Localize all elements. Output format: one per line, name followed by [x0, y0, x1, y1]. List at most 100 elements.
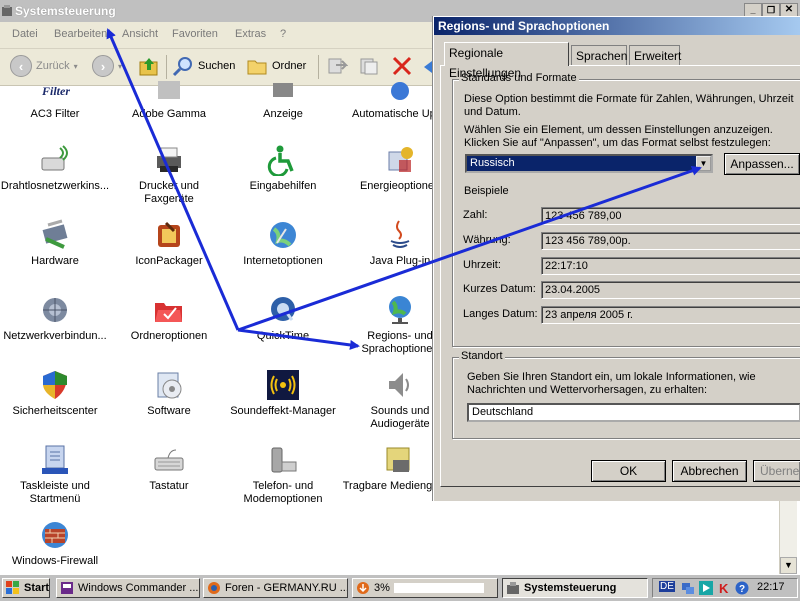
- time-label: Uhrzeit:: [463, 259, 501, 271]
- long-date-example: 23 апреля 2005 г.: [541, 306, 800, 324]
- folder-options-icon: [155, 303, 182, 322]
- item-security-center[interactable]: Sicherheitscenter: [0, 369, 110, 418]
- item-label: Telefon- und Modemoptionen: [243, 480, 323, 505]
- item-software[interactable]: Software: [114, 369, 224, 418]
- task-progress[interactable]: 3%: [352, 578, 498, 598]
- location-group: Standort: [452, 350, 800, 439]
- task-label: 3%: [374, 582, 390, 594]
- security-center-icon: [43, 371, 67, 399]
- dialog-title-bar[interactable]: Regions- und Sprachoptionen: [434, 17, 800, 35]
- scroll-down-button[interactable]: ▼: [780, 557, 797, 574]
- system-tray: DE K ? 22:17: [652, 578, 798, 598]
- item-label: Soundeffekt-Manager: [230, 405, 336, 417]
- long-date-label: Langes Datum:: [463, 308, 538, 320]
- media-tray-icon[interactable]: [699, 581, 713, 595]
- item-label: Windows-Firewall: [11, 555, 99, 567]
- control-panel-icon: [507, 582, 519, 594]
- location-select[interactable]: Deutschland: [467, 403, 800, 422]
- menu-bearbeiten[interactable]: Bearbeiten: [54, 28, 107, 40]
- item-label: QuickTime: [256, 330, 310, 342]
- item-iconpackager[interactable]: IconPackager: [114, 219, 224, 268]
- task-windows-commander[interactable]: Windows Commander ...: [56, 578, 200, 598]
- item-label: Taskleiste und Startmenü: [20, 480, 90, 505]
- customize-button[interactable]: Anpassen...: [724, 153, 800, 175]
- task-label: Systemsteuerung: [524, 582, 617, 594]
- download-icon: [357, 582, 369, 594]
- locale-select[interactable]: Russisch ▼: [465, 154, 713, 173]
- currency-example: 123 456 789,00р.: [541, 232, 800, 250]
- item-label: Drahtlosnetzwerkins...: [0, 180, 110, 192]
- item-label: Internetoptionen: [243, 255, 323, 267]
- item-adobe-gamma[interactable]: Adobe Gamma: [114, 72, 224, 121]
- menu-extras[interactable]: Extras: [235, 28, 266, 40]
- quicktime-icon: [271, 297, 295, 321]
- currency-label: Währung:: [463, 234, 511, 246]
- location-value: Deutschland: [472, 406, 534, 418]
- item-keyboard[interactable]: Tastatur: [114, 444, 224, 493]
- item-accessibility[interactable]: Eingabehilfen: [228, 144, 338, 193]
- task-control-panel[interactable]: Systemsteuerung: [502, 578, 648, 598]
- item-hardware[interactable]: Hardware: [0, 219, 110, 268]
- cancel-button[interactable]: Abbrechen: [672, 460, 747, 482]
- item-label: Anzeige: [263, 108, 303, 120]
- sounds-icon: [389, 373, 409, 397]
- search-label: Suchen: [198, 60, 236, 72]
- item-quicktime[interactable]: QuickTime: [228, 294, 338, 343]
- antivirus-tray-icon[interactable]: K: [717, 581, 731, 595]
- internet-options-icon: [270, 222, 296, 248]
- control-panel-window-icon: [2, 5, 12, 16]
- taskbar: Start Windows Commander ... Foren - GERM…: [0, 574, 800, 601]
- sound-effect-manager-icon: [267, 370, 299, 400]
- clock: 22:17: [757, 581, 785, 593]
- item-windows-firewall[interactable]: Windows-Firewall: [0, 519, 110, 568]
- task-redacted-label: [393, 583, 484, 593]
- short-date-example: 23.04.2005: [541, 281, 800, 299]
- regional-options-dialog: Regions- und Sprachoptionen Regionale Ei…: [433, 16, 800, 501]
- menu-ansicht[interactable]: Ansicht: [122, 28, 158, 40]
- task-browser[interactable]: Foren - GERMANY.RU ...: [203, 578, 348, 598]
- task-label: Foren - GERMANY.RU ...: [225, 582, 348, 594]
- svg-text:?: ?: [739, 584, 745, 595]
- regional-options-icon: [389, 296, 411, 324]
- item-internet-options[interactable]: Internetoptionen: [228, 219, 338, 268]
- phone-modem-icon: [271, 447, 297, 473]
- iconpackager-icon: [158, 221, 180, 247]
- item-display[interactable]: Anzeige: [228, 72, 338, 121]
- item-sound-effect-manager[interactable]: Soundeffekt-Manager: [228, 369, 338, 418]
- item-printers[interactable]: Drucker und Faxgeräte: [114, 144, 224, 206]
- locale-value: Russisch: [470, 157, 515, 169]
- chevron-down-icon[interactable]: ▼: [696, 156, 711, 171]
- location-description: Geben Sie Ihren Standort ein, um lokale …: [467, 371, 756, 396]
- network-tray-icon[interactable]: [681, 581, 695, 595]
- forward-dropdown-icon: ▾: [118, 61, 123, 71]
- item-label: IconPackager: [135, 255, 203, 267]
- ok-button[interactable]: OK: [591, 460, 666, 482]
- item-network-connections[interactable]: Netzwerkverbindun...: [0, 294, 110, 343]
- menu-favoriten[interactable]: Favoriten: [172, 28, 218, 40]
- apply-button[interactable]: Übernehmen: [753, 460, 800, 482]
- item-label: Sicherheitscenter: [12, 405, 98, 417]
- item-wireless-network[interactable]: Drahtlosnetzwerkins...: [0, 144, 110, 193]
- tab-languages[interactable]: Sprachen: [571, 45, 627, 65]
- item-taskbar-start-menu[interactable]: Taskleiste und Startmenü: [0, 444, 110, 506]
- number-example: 123 456 789,00: [541, 207, 800, 225]
- item-label: Netzwerkverbindun...: [3, 330, 107, 342]
- start-button[interactable]: Start: [2, 578, 50, 598]
- item-ac3-filter[interactable]: Filter AC3 Filter: [0, 72, 110, 121]
- wireless-network-icon: [41, 145, 68, 171]
- tab-advanced[interactable]: Erweitert: [629, 45, 681, 65]
- item-folder-options[interactable]: Ordneroptionen: [114, 294, 224, 343]
- item-phone-modem[interactable]: Telefon- und Modemoptionen: [228, 444, 338, 506]
- tab-regional-settings[interactable]: Regionale Einstellungen: [444, 42, 569, 80]
- standards-description: Diese Option bestimmt die Formate für Za…: [464, 93, 794, 118]
- item-label: Hardware: [31, 255, 79, 267]
- display-icon: [273, 83, 293, 97]
- menu-datei[interactable]: Datei: [12, 28, 38, 40]
- help-tray-icon[interactable]: ?: [735, 581, 749, 595]
- keyboard-icon: [154, 449, 184, 471]
- hardware-icon: [42, 219, 68, 249]
- menu-help[interactable]: ?: [280, 28, 286, 40]
- java-icon: [390, 220, 410, 248]
- short-date-label: Kurzes Datum:: [463, 283, 536, 295]
- language-indicator[interactable]: DE: [659, 581, 675, 592]
